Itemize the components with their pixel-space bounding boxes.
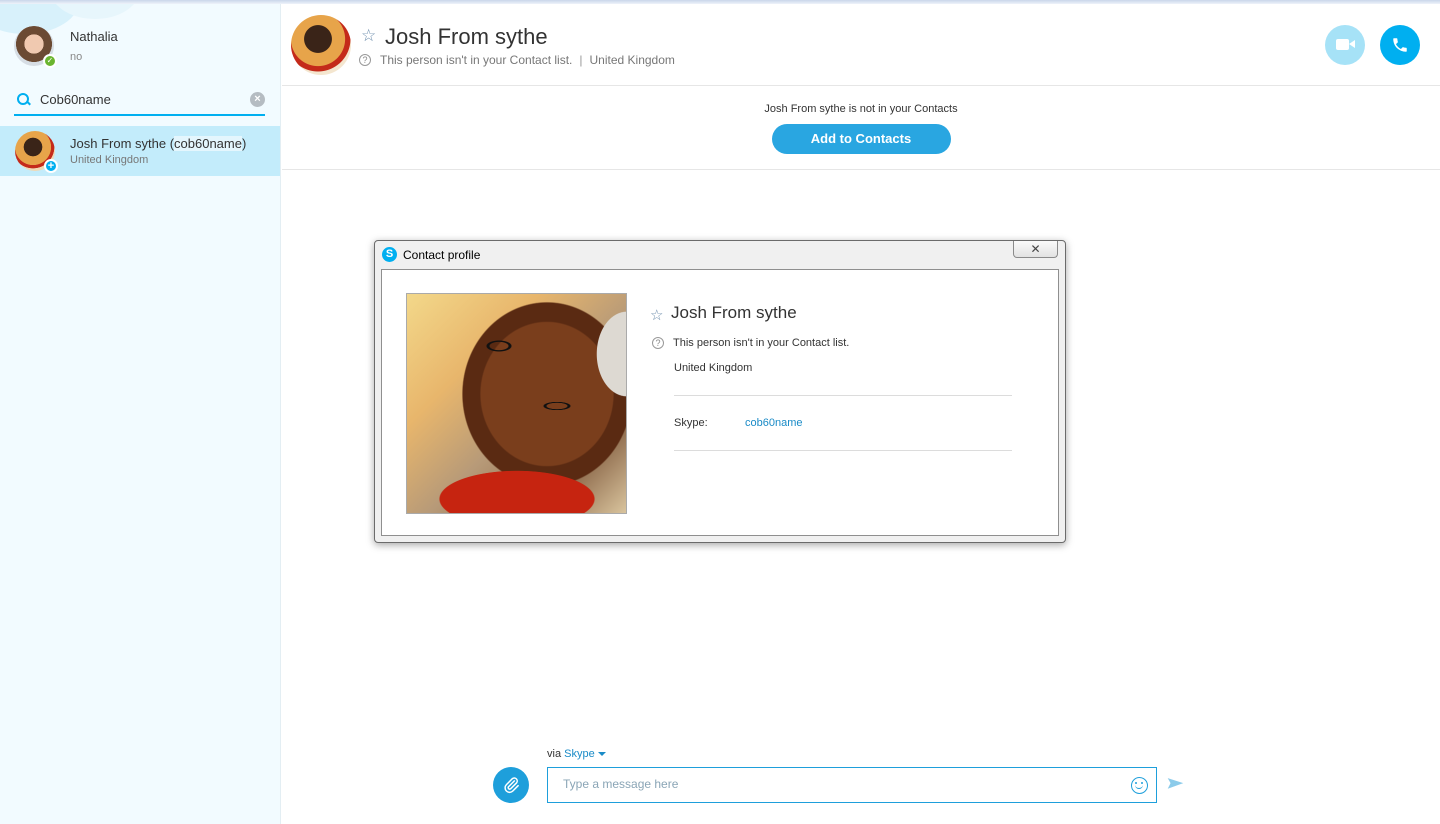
contact-profile-dialog: S Contact profile ✕ ☆ Josh From sythe ? … [374,240,1066,543]
contact-avatar-large[interactable] [291,15,351,75]
emoticon-icon[interactable] [1131,777,1148,794]
search-result-location: United Kingdom [70,154,149,166]
dialog-status-line: ? This person isn't in your Contact list… [652,337,849,349]
audio-call-button[interactable] [1380,25,1420,65]
chevron-down-icon [597,752,606,757]
online-check-icon: ✓ [43,54,57,68]
network-link[interactable]: Skype [564,748,595,760]
skype-id-link[interactable]: cob60name [745,417,803,429]
send-icon [1167,778,1184,789]
phone-icon [1393,38,1407,52]
contact-photo [406,293,627,514]
dialog-contact-name: Josh From sythe [671,303,797,322]
dialog-title: Contact profile [403,247,481,262]
dialog-contact-status: This person isn't in your Contact list. [673,337,850,349]
contact-name[interactable]: Josh From sythe [385,24,548,50]
send-button[interactable] [1167,777,1184,797]
contact-status-line: ? This person isn't in your Contact list… [359,53,675,67]
not-in-contacts-banner: Josh From sythe is not in your Contacts … [282,86,1440,170]
clear-search-icon[interactable]: × [250,92,265,107]
search-icon [16,92,30,106]
dialog-body: ☆ Josh From sythe ? This person isn't in… [381,269,1059,536]
favorite-star-icon[interactable]: ☆ [650,306,663,324]
video-camera-icon [1336,39,1355,50]
search-bar: × [14,84,265,116]
skype-logo-icon: S [382,247,397,262]
contact-avatar: + [15,131,58,173]
divider [674,450,1012,451]
dialog-close-button[interactable]: ✕ [1013,241,1058,258]
via-network-selector[interactable]: via Skype [547,748,606,760]
sidebar: ✓ Nathalia no × + Josh From sythe (cob60… [0,4,281,824]
conversation-header: ☆ Josh From sythe ? This person isn't in… [282,4,1440,86]
divider [674,395,1012,396]
via-label: via [547,748,562,760]
dialog-titlebar[interactable]: S Contact profile [382,247,480,262]
search-input[interactable] [40,91,240,107]
dialog-contact-location: United Kingdom [674,362,753,374]
add-contact-badge-icon: + [44,159,58,173]
search-result-handle: cob60name [174,136,242,151]
my-name: Nathalia [70,29,118,44]
question-icon: ? [652,337,664,349]
message-input[interactable] [563,777,1103,791]
my-mood-status[interactable]: no [70,51,118,63]
my-avatar[interactable]: ✓ [14,26,57,68]
message-box [547,767,1157,803]
contact-status: This person isn't in your Contact list. [380,53,573,67]
paperclip-icon [504,777,519,794]
video-call-button[interactable] [1325,25,1365,65]
my-profile[interactable]: ✓ Nathalia no [14,26,118,68]
skype-id-label: Skype: [674,417,708,429]
add-to-contacts-button[interactable]: Add to Contacts [771,124,951,154]
contact-location: United Kingdom [589,53,675,67]
banner-text: Josh From sythe is not in your Contacts [764,103,958,115]
favorite-star-icon[interactable]: ☆ [361,26,376,46]
search-result-item[interactable]: + Josh From sythe (cob60name) United Kin… [0,126,280,176]
question-icon: ? [359,54,371,66]
attach-file-button[interactable] [493,767,529,803]
search-result-name: Josh From sythe (cob60name) [70,136,247,151]
separator: | [579,53,583,67]
